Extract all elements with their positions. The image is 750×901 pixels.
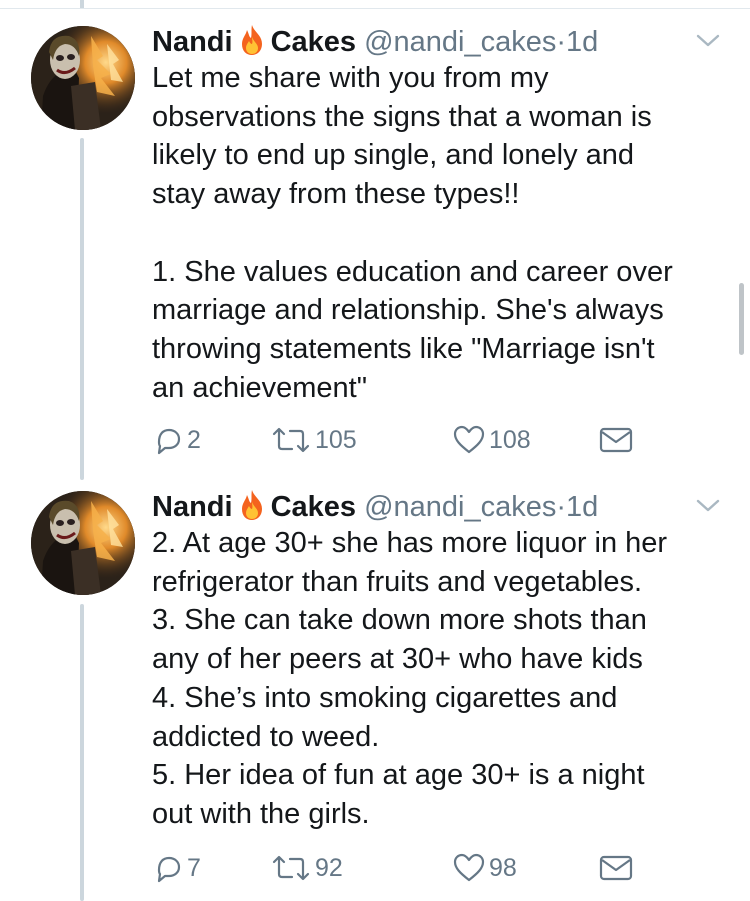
- like-button[interactable]: 98: [452, 851, 517, 885]
- thread-connector-line: [80, 604, 84, 901]
- tweet-text-line: Let me share with you from my: [152, 62, 549, 94]
- retweet-button[interactable]: 92: [270, 851, 343, 885]
- tweet-actions: 2 105 108: [152, 423, 712, 457]
- tweet-timestamp[interactable]: 1d: [566, 491, 598, 523]
- author-name-last[interactable]: Cakes: [271, 491, 356, 523]
- tweet-text-line: refrigerator than fruits and vegetables.: [152, 565, 643, 598]
- retweet-count: 92: [315, 853, 343, 882]
- avatar-image: [31, 26, 135, 130]
- tweet-text-line: 3. She can take down more shots than: [152, 604, 647, 637]
- tweet-text-line: any of her peers at 30+ who have kids: [152, 643, 643, 676]
- tweet-header: Nandi Cakes @nandi_cakes·1d: [152, 22, 598, 62]
- like-count: 108: [489, 425, 531, 454]
- tweet-text-line: throwing statements like "Marriage isn't: [152, 332, 655, 365]
- avatar[interactable]: [31, 26, 135, 130]
- top-divider: [0, 8, 750, 9]
- fire-icon: [241, 25, 262, 55]
- reply-count: 7: [187, 853, 201, 882]
- envelope-icon: [599, 427, 633, 453]
- like-count: 98: [489, 853, 517, 882]
- tweet-text-line: 4. She’s into smoking cigarettes and: [152, 681, 618, 714]
- separator-dot: ·: [556, 491, 567, 523]
- direct-message-button[interactable]: [598, 423, 634, 457]
- thread-connector-line: [80, 138, 84, 480]
- fire-icon: [241, 490, 262, 520]
- avatar-image: [31, 491, 135, 595]
- tweet-header: Nandi Cakes @nandi_cakes·1d: [152, 487, 598, 527]
- tweet-text-line: 1. She values education and career over: [152, 255, 673, 288]
- author-handle[interactable]: @nandi_cakes: [364, 491, 556, 523]
- tweet-text-line: stay away from these types!!: [152, 178, 520, 211]
- author-name-first[interactable]: Nandi: [152, 491, 233, 523]
- author-handle[interactable]: @nandi_cakes: [364, 26, 556, 58]
- thread-line-top: [80, 0, 84, 8]
- tweet-text-line: addicted to weed.: [152, 720, 380, 753]
- reply-button[interactable]: 2: [152, 423, 201, 457]
- tweet-text-line: [152, 214, 732, 253]
- tweet-text-line: 2. At age 30+ she has more liquor in her: [152, 527, 668, 559]
- tweet-actions: 7 92 98: [152, 851, 712, 885]
- tweet-text-line: out with the girls.: [152, 797, 370, 830]
- retweet-icon: [272, 427, 310, 453]
- retweet-icon: [272, 855, 310, 881]
- reply-button[interactable]: 7: [152, 851, 201, 885]
- tweet-text-line: marriage and relationship. She's always: [152, 294, 664, 327]
- tweet-text-line: likely to end up single, and lonely and: [152, 139, 635, 172]
- tweet-text-line: 5. Her idea of fun at age 30+ is a night: [152, 759, 645, 792]
- tweet-text: Let me share with you from my observatio…: [152, 59, 732, 407]
- tweet-timestamp[interactable]: 1d: [566, 26, 598, 58]
- tweet-text-line: observations the signs that a woman is: [152, 100, 652, 133]
- direct-message-button[interactable]: [598, 851, 634, 885]
- separator-dot: ·: [556, 26, 567, 58]
- heart-icon: [453, 853, 485, 882]
- author-name-first[interactable]: Nandi: [152, 26, 233, 58]
- tweet-text: 2. At age 30+ she has more liquor in her…: [152, 524, 732, 834]
- scrollbar[interactable]: [739, 283, 744, 355]
- envelope-icon: [599, 855, 633, 881]
- reply-icon: [157, 856, 181, 883]
- avatar[interactable]: [31, 491, 135, 595]
- reply-icon: [157, 428, 181, 455]
- chevron-down-icon[interactable]: [692, 32, 724, 50]
- reply-count: 2: [187, 425, 201, 454]
- like-button[interactable]: 108: [452, 423, 531, 457]
- heart-icon: [453, 425, 485, 454]
- tweet-text-line: an achievement": [152, 371, 368, 404]
- chevron-down-icon[interactable]: [692, 497, 724, 515]
- retweet-count: 105: [315, 425, 357, 454]
- retweet-button[interactable]: 105: [270, 423, 357, 457]
- author-name-last[interactable]: Cakes: [271, 26, 356, 58]
